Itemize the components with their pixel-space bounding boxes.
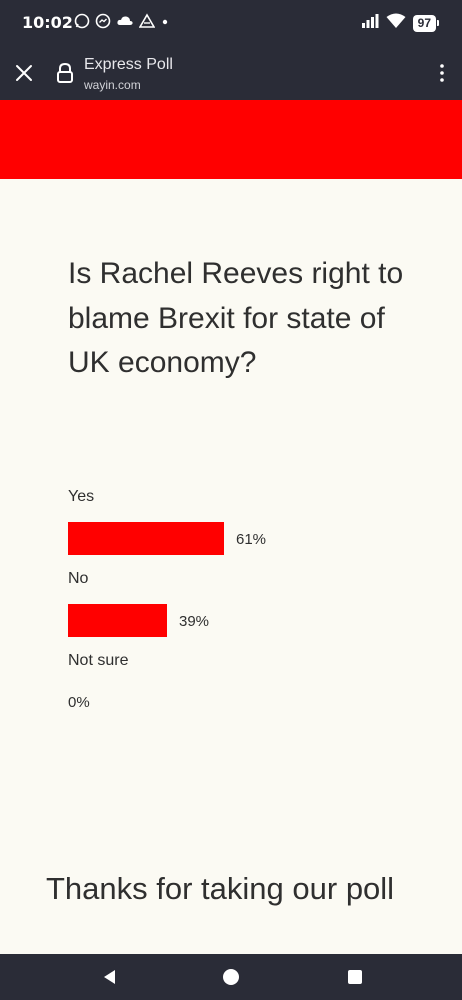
whatsapp-icon [74, 13, 90, 34]
result-percent-yes: 61% [236, 531, 267, 548]
status-time: 10:02 [22, 13, 73, 32]
status-bar: 10:02 97 [0, 0, 462, 46]
option-label-not-sure: Not sure [68, 652, 129, 669]
page-url: wayin.com [84, 78, 141, 92]
recents-icon[interactable] [346, 968, 364, 986]
close-icon[interactable] [12, 61, 36, 85]
result-percent-not-sure: 0% [68, 694, 90, 711]
dot-icon [160, 13, 170, 34]
lock-icon[interactable] [54, 61, 76, 85]
signal-icon [361, 14, 379, 33]
result-percent-no: 39% [179, 613, 210, 630]
status-right: 97 [361, 13, 440, 34]
browser-toolbar: Express Poll wayin.com [0, 46, 462, 100]
option-label-yes: Yes [68, 488, 95, 505]
thanks-message: Thanks for taking our poll [46, 871, 395, 906]
messenger-icon [95, 13, 111, 34]
overflow-menu-icon[interactable] [434, 61, 450, 85]
option-label-no: No [68, 570, 89, 587]
system-nav-bar [0, 954, 462, 1000]
poll-question: Is Rachel Reeves right to blame Brexit f… [68, 257, 404, 379]
battery-indicator: 97 [412, 15, 440, 32]
wifi-icon [386, 13, 406, 34]
back-icon[interactable] [100, 967, 120, 987]
cloud-icon [116, 13, 134, 34]
result-bar-yes [68, 522, 224, 555]
drive-icon [138, 13, 156, 34]
home-icon[interactable] [221, 967, 241, 987]
notification-icons [74, 13, 170, 34]
page-title: Express Poll [84, 56, 173, 73]
header-banner [0, 100, 462, 179]
result-bar-no [68, 604, 167, 637]
